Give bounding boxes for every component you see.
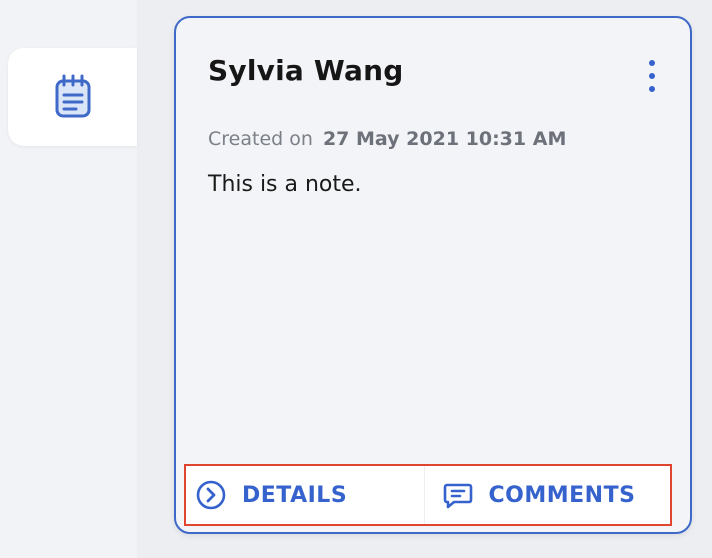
comment-icon [443,483,472,509]
note-actions: DETAILS COMMENTS [184,464,672,526]
details-button[interactable]: DETAILS [186,466,425,524]
chevron-circle-right-icon [196,480,226,510]
created-label: Created on [208,128,313,150]
side-panel [0,0,137,558]
notepad-icon [55,74,91,118]
details-label: DETAILS [242,482,348,508]
note-body: This is a note. [208,172,362,197]
nav-tab-notes[interactable] [8,48,137,146]
more-vertical-icon[interactable] [640,56,664,96]
comments-button[interactable]: COMMENTS [424,466,670,524]
note-author: Sylvia Wang [208,54,404,87]
comments-label: COMMENTS [488,482,636,508]
created-date: 27 May 2021 10:31 AM [322,128,567,150]
note-card: Sylvia Wang Created on 27 May 2021 10:31… [174,16,692,534]
note-meta: Created on 27 May 2021 10:31 AM [208,128,566,150]
